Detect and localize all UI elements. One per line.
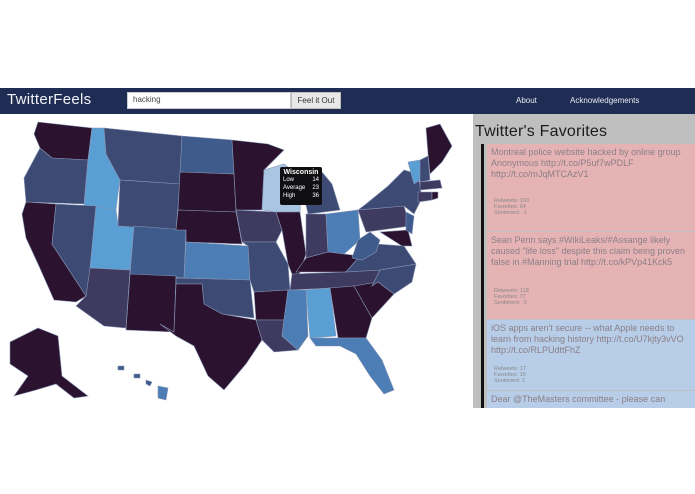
tweet-card[interactable]: Montreal police website hacked by online… (487, 144, 695, 231)
state-hi-1[interactable] (117, 365, 125, 371)
tooltip-state-name: Wisconsin (283, 169, 319, 176)
tooltip-row-average: Average 23 (280, 184, 322, 192)
state-ia[interactable] (235, 209, 283, 243)
tweet-text: Montreal police website hacked by online… (491, 147, 681, 179)
tweet-sentiment: Sentiment: -1 (494, 210, 527, 216)
state-ma[interactable] (419, 179, 443, 191)
tooltip-label: Low (283, 177, 295, 183)
state-nj[interactable] (405, 211, 415, 235)
favorites-sidebar: Twitter's Favorites Montreal police webs… (473, 114, 695, 408)
tooltip-label: Average (283, 185, 306, 191)
tweet-stats: Retweets: 100 Favorites: 64 Sentiment: -… (494, 198, 529, 216)
tooltip-label: High (283, 193, 296, 199)
state-nm[interactable] (125, 273, 177, 333)
state-ar[interactable] (253, 289, 289, 321)
tweet-card[interactable]: Sean Penn says #WikiLeaks/#Assange likel… (487, 232, 695, 319)
state-me[interactable] (425, 123, 453, 175)
state-sd[interactable] (177, 171, 237, 213)
sidebar-title: Twitter's Favorites (475, 123, 608, 140)
state-nd[interactable] (179, 135, 235, 175)
tooltip-value: 36 (312, 193, 319, 199)
app-brand[interactable]: TwitterFeels (7, 91, 91, 108)
tweet-sentiment: Sentiment: 2 (494, 378, 525, 384)
acknowledgements-link[interactable]: Acknowledgements (570, 96, 639, 105)
top-navbar: TwitterFeels hacking Feel it Out About A… (0, 88, 695, 114)
state-hi-4[interactable] (157, 385, 169, 401)
state-pa[interactable] (357, 205, 411, 233)
state-wy[interactable] (117, 179, 181, 231)
tooltip-value: 14 (312, 177, 319, 183)
search-input[interactable]: hacking (127, 92, 291, 109)
state-ri[interactable] (431, 191, 439, 201)
tooltip-row-high: High 36 (280, 192, 322, 200)
state-md[interactable] (379, 229, 413, 247)
us-sentiment-map (9, 121, 453, 401)
tweet-sentiment: Sentiment: -3 (494, 300, 527, 306)
tooltip-value: 23 (312, 185, 319, 191)
tweet-text: Sean Penn says #WikiLeaks/#Assange likel… (491, 235, 685, 267)
state-ak[interactable] (9, 327, 89, 399)
state-hi-3[interactable] (145, 379, 153, 387)
state-co[interactable] (129, 225, 187, 279)
tweet-card[interactable]: Dear @TheMasters committee - please can (487, 391, 695, 408)
state-ct[interactable] (417, 191, 433, 203)
tooltip-row-low: Low 14 (280, 176, 322, 184)
state-fl[interactable] (309, 337, 395, 395)
state-in[interactable] (305, 213, 329, 259)
tweet-stats: Retweets: 118 Favorites: 77 Sentiment: -… (494, 288, 529, 306)
state-hi-2[interactable] (133, 373, 141, 379)
feel-it-out-button[interactable]: Feel it Out (291, 92, 341, 109)
about-link[interactable]: About (516, 96, 537, 105)
tweet-stats: Retweets: 17 Favorites: 16 Sentiment: 2 (494, 366, 526, 384)
tweet-list[interactable]: Montreal police website hacked by online… (481, 144, 695, 408)
state-ks[interactable] (183, 241, 251, 281)
tweet-text: Dear @TheMasters committee - please can (491, 394, 666, 404)
state-oh[interactable] (325, 209, 361, 255)
tweet-card[interactable]: iOS apps aren't secure -- what Apple nee… (487, 320, 695, 390)
state-tooltip: Wisconsin Low 14 Average 23 High 36 (280, 167, 322, 205)
state-ne[interactable] (175, 209, 243, 245)
tweet-text: iOS apps aren't secure -- what Apple nee… (491, 323, 684, 355)
